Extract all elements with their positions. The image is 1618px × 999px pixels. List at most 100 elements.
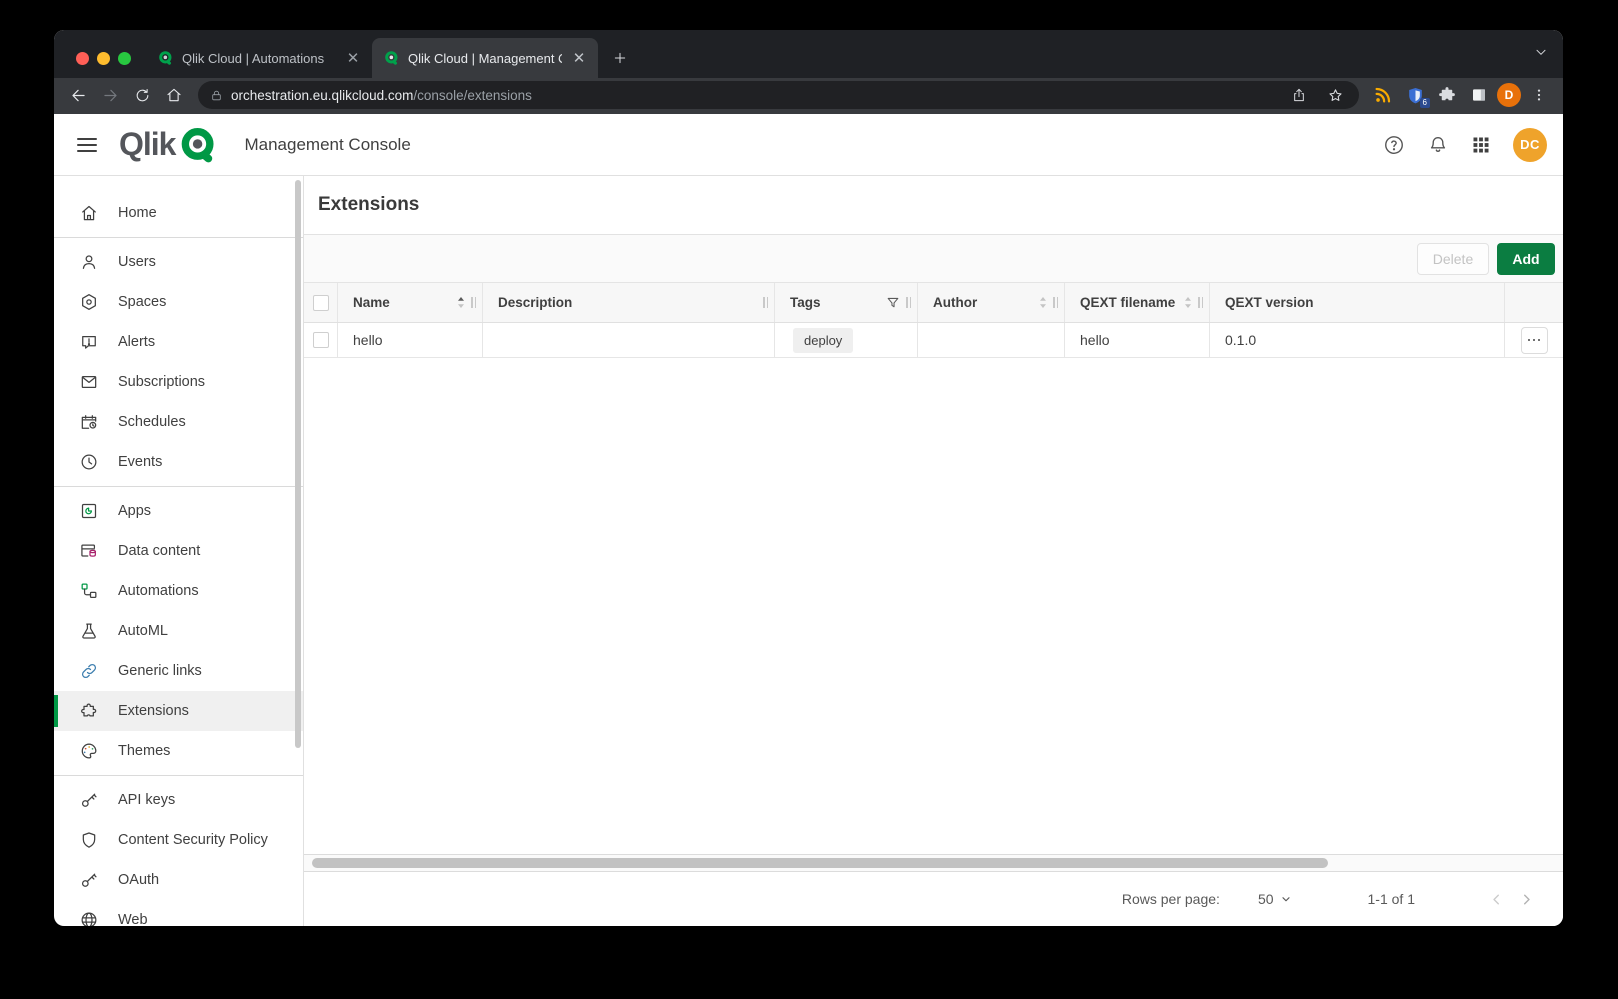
- address-bar[interactable]: orchestration.eu.qlikcloud.com/console/e…: [198, 81, 1359, 109]
- share-icon[interactable]: [1285, 81, 1313, 109]
- new-tab-button[interactable]: [606, 44, 634, 72]
- app-body: Home Users Spaces Alerts Subscriptions: [54, 176, 1563, 926]
- header-qext-version[interactable]: QEXT version: [1210, 283, 1505, 322]
- next-page-chevron-icon[interactable]: [1511, 891, 1541, 908]
- chevron-down-icon: [1280, 893, 1292, 905]
- pagination-bar: Rows per page: 50 1-1 of 1: [304, 872, 1563, 926]
- notifications-bell-icon[interactable]: [1427, 134, 1449, 156]
- sidebar-item-subscriptions[interactable]: Subscriptions: [54, 362, 303, 402]
- user-avatar[interactable]: DC: [1513, 128, 1547, 162]
- help-icon[interactable]: [1383, 134, 1405, 156]
- api-keys-key-icon: [78, 789, 100, 811]
- horizontal-scrollbar: [304, 854, 1563, 872]
- hamburger-menu-icon[interactable]: [77, 138, 97, 152]
- extensions-puzzle-icon: [78, 700, 100, 722]
- sidebar-item-automl[interactable]: AutoML: [54, 611, 303, 651]
- browser-menu-kebab-icon[interactable]: [1525, 81, 1553, 109]
- previous-page-chevron-icon[interactable]: [1481, 891, 1511, 908]
- password-manager-extension-icon[interactable]: 6: [1401, 81, 1429, 109]
- sidebar-item-home[interactable]: Home: [54, 193, 303, 233]
- column-resize-handle[interactable]: [1198, 297, 1203, 308]
- sidebar-item-web[interactable]: Web: [54, 900, 303, 926]
- sidebar-item-oauth[interactable]: OAuth: [54, 860, 303, 900]
- apps-icon: [78, 500, 100, 522]
- rss-extension-icon[interactable]: [1369, 81, 1397, 109]
- url-path: /console/extensions: [413, 88, 532, 103]
- sidebar-item-data-content[interactable]: Data content: [54, 531, 303, 571]
- tab-automations[interactable]: Qlik Cloud | Automations ✕: [146, 38, 372, 78]
- automl-flask-icon: [78, 620, 100, 642]
- side-panel-icon[interactable]: [1465, 81, 1493, 109]
- sidebar-item-users[interactable]: Users: [54, 242, 303, 282]
- rows-per-page-select[interactable]: 50: [1258, 891, 1292, 907]
- table-row[interactable]: hello deploy hello 0.1.0: [304, 323, 1563, 358]
- subscriptions-envelope-icon: [78, 371, 100, 393]
- horizontal-scrollbar-thumb[interactable]: [312, 858, 1328, 868]
- header-actions: DC: [1383, 128, 1547, 162]
- browser-profile-avatar[interactable]: D: [1497, 83, 1521, 107]
- qlik-logo-q-mark: [178, 124, 220, 166]
- add-button[interactable]: Add: [1497, 243, 1555, 275]
- sidebar-item-extensions[interactable]: Extensions: [54, 691, 303, 731]
- app-launcher-waffle-icon[interactable]: [1471, 135, 1491, 155]
- browser-window: Qlik Cloud | Automations ✕ Qlik Cloud | …: [54, 30, 1563, 926]
- sidebar-item-automations[interactable]: Automations: [54, 571, 303, 611]
- sort-icon[interactable]: [1184, 296, 1192, 309]
- sort-icon[interactable]: [1039, 296, 1047, 309]
- column-resize-handle[interactable]: [906, 297, 911, 308]
- extensions-puzzle-icon[interactable]: [1433, 81, 1461, 109]
- header-qext-filename[interactable]: QEXT filename: [1065, 283, 1210, 322]
- sidebar-item-alerts[interactable]: Alerts: [54, 322, 303, 362]
- sidebar-item-schedules[interactable]: Schedules: [54, 402, 303, 442]
- home-icon[interactable]: [160, 81, 188, 109]
- tab-title: Qlik Cloud | Automations: [182, 51, 336, 66]
- tag-chip: deploy: [793, 328, 853, 353]
- sidebar-item-content-security-policy[interactable]: Content Security Policy: [54, 820, 303, 860]
- sidebar-item-apps[interactable]: Apps: [54, 491, 303, 531]
- back-icon[interactable]: [64, 81, 92, 109]
- home-icon: [78, 202, 100, 224]
- extension-badge: 6: [1420, 98, 1430, 108]
- header-checkbox-cell: [304, 283, 338, 322]
- row-menu-ellipsis-icon[interactable]: [1521, 327, 1548, 354]
- page-title-band: Extensions: [304, 176, 1563, 235]
- browser-toolbar: orchestration.eu.qlikcloud.com/console/e…: [54, 78, 1563, 114]
- pagination-range: 1-1 of 1: [1368, 891, 1415, 907]
- sidebar-scrollbar[interactable]: [295, 180, 301, 748]
- forward-icon[interactable]: [96, 81, 124, 109]
- cell-qext-version: 0.1.0: [1225, 332, 1256, 348]
- header-tags[interactable]: Tags: [775, 283, 918, 322]
- sidebar: Home Users Spaces Alerts Subscriptions: [54, 176, 304, 926]
- oauth-key-icon: [78, 869, 100, 891]
- column-resize-handle[interactable]: [471, 297, 476, 308]
- sort-ascending-icon[interactable]: [457, 296, 465, 309]
- tabs: Qlik Cloud | Automations ✕ Qlik Cloud | …: [146, 30, 634, 78]
- minimize-window-button[interactable]: [97, 52, 110, 65]
- bookmark-star-icon[interactable]: [1321, 81, 1349, 109]
- header-author[interactable]: Author: [918, 283, 1065, 322]
- sidebar-item-api-keys[interactable]: API keys: [54, 780, 303, 820]
- tab-close-icon[interactable]: ✕: [570, 49, 588, 67]
- reload-icon[interactable]: [128, 81, 156, 109]
- column-resize-handle[interactable]: [763, 297, 768, 308]
- events-clock-icon: [78, 451, 100, 473]
- maximize-window-button[interactable]: [118, 52, 131, 65]
- tab-search-chevron-icon[interactable]: [1533, 44, 1549, 60]
- select-all-checkbox[interactable]: [313, 295, 329, 311]
- sidebar-item-generic-links[interactable]: Generic links: [54, 651, 303, 691]
- sidebar-item-spaces[interactable]: Spaces: [54, 282, 303, 322]
- close-window-button[interactable]: [76, 52, 89, 65]
- sidebar-item-themes[interactable]: Themes: [54, 731, 303, 771]
- filter-funnel-icon[interactable]: [886, 296, 900, 310]
- lock-icon[interactable]: [210, 89, 223, 102]
- column-resize-handle[interactable]: [1053, 297, 1058, 308]
- row-checkbox[interactable]: [313, 332, 329, 348]
- tab-close-icon[interactable]: ✕: [344, 49, 362, 67]
- header-name[interactable]: Name: [338, 283, 483, 322]
- tab-management-console[interactable]: Qlik Cloud | Management Cons ✕: [372, 38, 598, 78]
- delete-button[interactable]: Delete: [1417, 243, 1489, 275]
- sidebar-item-events[interactable]: Events: [54, 442, 303, 482]
- url-text: orchestration.eu.qlikcloud.com/console/e…: [231, 88, 1277, 103]
- header-description[interactable]: Description: [483, 283, 775, 322]
- action-toolbar: Delete Add: [304, 235, 1563, 283]
